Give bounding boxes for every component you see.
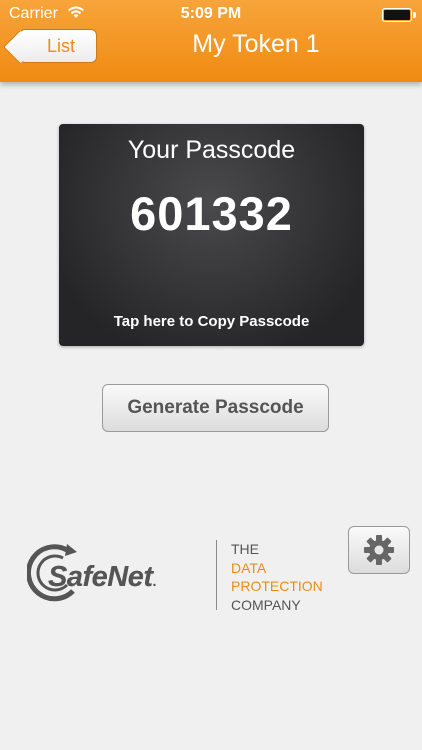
generate-passcode-button[interactable]: Generate Passcode: [102, 384, 329, 432]
copy-passcode-hint[interactable]: Tap here to Copy Passcode: [59, 313, 364, 330]
passcode-value: 601332: [130, 187, 293, 240]
tagline-line-1: THE: [231, 541, 259, 557]
tagline-line-4: COMPANY: [231, 596, 301, 613]
brand-name: SafeNet.: [48, 561, 156, 593]
tagline-line-3: PROTECTION: [231, 578, 323, 594]
passcode-card[interactable]: Your Passcode 601332 Tap here to Copy Pa…: [59, 124, 364, 346]
logo-divider: [216, 540, 217, 610]
top-bar: Carrier 5:09 PM List My Token 1: [0, 0, 422, 82]
clock: 5:09 PM: [180, 5, 242, 22]
gear-icon: [364, 535, 394, 565]
page-title: My Token 1: [192, 30, 320, 58]
tagline-line-2: DATA: [231, 559, 267, 576]
battery-icon: [382, 8, 416, 22]
token-screen: Carrier 5:09 PM List My Token 1 Your Pas…: [0, 0, 422, 750]
settings-button[interactable]: [348, 526, 410, 574]
passcode-label: Your Passcode: [127, 136, 296, 164]
brand-tagline: THE DATA PROTECTION COMPANY: [231, 540, 323, 614]
status-bar: Carrier 5:09 PM: [0, 0, 422, 28]
